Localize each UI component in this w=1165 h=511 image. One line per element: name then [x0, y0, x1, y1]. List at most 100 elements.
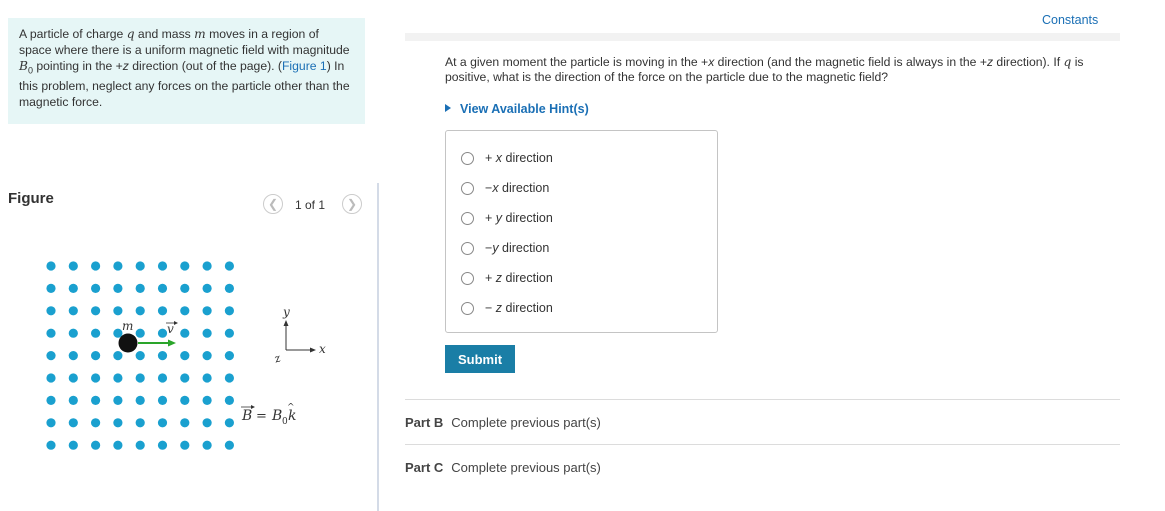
- field-dot: [180, 440, 190, 450]
- part-c-row[interactable]: Part C Complete previous part(s): [405, 460, 601, 475]
- field-dot: [113, 395, 123, 405]
- field-dot: [135, 306, 145, 316]
- part-b-divider: [405, 399, 1120, 400]
- submit-button[interactable]: Submit: [445, 345, 515, 373]
- field-dot: [135, 440, 145, 450]
- part-c-label: Part C: [405, 460, 444, 475]
- field-dot: [113, 306, 123, 316]
- field-dot: [91, 351, 101, 361]
- option-label: + y direction: [485, 211, 553, 225]
- question-text: At a given moment the particle is moving…: [445, 55, 1125, 85]
- field-dot: [113, 283, 123, 293]
- field-dot: [46, 395, 56, 405]
- field-dot: [180, 418, 190, 428]
- part-b-row[interactable]: Part B Complete previous part(s): [405, 415, 601, 430]
- field-dot: [91, 373, 101, 383]
- y-axis-arrowhead: [283, 320, 289, 326]
- field-dot-grid: [46, 261, 234, 450]
- figure-pager: 1 of 1: [295, 198, 326, 212]
- field-dot: [202, 261, 212, 271]
- field-eq-rhs-b: B: [271, 408, 282, 424]
- option-plus-x[interactable]: + x direction: [461, 148, 553, 168]
- field-dot: [157, 306, 168, 316]
- view-hints-toggle[interactable]: View Available Hint(s): [445, 102, 589, 116]
- field-dot: [46, 440, 56, 450]
- field-dot: [202, 351, 212, 361]
- field-dot: [202, 306, 212, 316]
- intro-text: and mass: [134, 27, 195, 41]
- option-minus-x[interactable]: −x direction: [461, 178, 549, 198]
- field-dot: [180, 328, 190, 338]
- field-dot: [46, 351, 56, 361]
- part-c-status: Complete previous part(s): [451, 460, 601, 475]
- field-dot: [46, 418, 56, 428]
- intro-symbol-b: B: [19, 59, 28, 73]
- field-dot: [224, 418, 234, 428]
- radio-button[interactable]: [461, 241, 474, 255]
- option-minus-z[interactable]: − z direction: [461, 298, 553, 318]
- option-label: −y direction: [485, 241, 550, 255]
- chevron-right-icon[interactable]: ❯: [342, 194, 362, 214]
- field-dot: [157, 440, 168, 450]
- radio-button[interactable]: [461, 271, 474, 285]
- intro-symbol-m: m: [194, 27, 206, 41]
- figure-title: Figure: [8, 190, 54, 207]
- field-dot: [68, 440, 78, 450]
- problem-intro: A particle of charge q and mass m moves …: [8, 18, 365, 124]
- option-plus-z[interactable]: + z direction: [461, 268, 553, 288]
- intro-text: A particle of charge: [19, 27, 127, 41]
- column-divider: [377, 183, 379, 511]
- field-dot: [157, 283, 168, 293]
- radio-button[interactable]: [461, 211, 474, 225]
- chevron-left-icon[interactable]: ❮: [263, 194, 283, 214]
- field-dot: [91, 306, 101, 316]
- part-b-label: Part B: [405, 415, 444, 430]
- x-axis-label: x: [319, 342, 326, 356]
- option-minus-y[interactable]: −y direction: [461, 238, 549, 258]
- field-dot: [91, 395, 101, 405]
- figure-link[interactable]: Figure 1: [282, 59, 327, 73]
- radio-button[interactable]: [461, 181, 474, 195]
- field-dot: [202, 418, 212, 428]
- field-dot: [157, 328, 168, 338]
- field-dot: [46, 261, 56, 271]
- y-axis-label: y: [282, 305, 290, 319]
- field-dot: [202, 440, 212, 450]
- field-eq-b: B: [241, 408, 252, 424]
- velocity-arrowhead: [168, 339, 176, 347]
- field-dot: [157, 373, 168, 383]
- field-dot: [180, 283, 190, 293]
- radio-button[interactable]: [461, 301, 474, 315]
- field-dot: [202, 395, 212, 405]
- z-axis-label: z: [272, 351, 283, 366]
- field-dot: [202, 283, 212, 293]
- field-dot: [68, 261, 78, 271]
- constants-link[interactable]: Constants: [1042, 13, 1098, 27]
- field-dot: [180, 261, 190, 271]
- radio-button[interactable]: [461, 151, 474, 165]
- field-dot: [135, 373, 145, 383]
- option-plus-y[interactable]: + y direction: [461, 208, 553, 228]
- field-dot: [91, 261, 101, 271]
- field-dot: [91, 328, 101, 338]
- option-label: −x direction: [485, 181, 550, 195]
- part-a-header-bar: [405, 33, 1120, 41]
- field-dot: [91, 283, 101, 293]
- field-dot: [135, 283, 145, 293]
- answer-options: + x direction −x direction + y direction…: [445, 130, 718, 333]
- caret-right-icon: [445, 104, 451, 112]
- field-dot: [157, 261, 168, 271]
- field-dot: [180, 373, 190, 383]
- field-dot: [180, 306, 190, 316]
- magnetic-field-figure: m v y x z B = B 0 k ^: [46, 261, 326, 450]
- option-label: + x direction: [485, 151, 553, 165]
- field-dot: [135, 351, 145, 361]
- field-dot: [224, 283, 234, 293]
- particle: [118, 333, 138, 353]
- field-dot: [224, 306, 234, 316]
- x-axis-arrowhead: [310, 347, 316, 353]
- field-dot: [180, 395, 190, 405]
- field-dot: [135, 418, 145, 428]
- field-dot: [91, 440, 101, 450]
- field-dot: [113, 351, 123, 361]
